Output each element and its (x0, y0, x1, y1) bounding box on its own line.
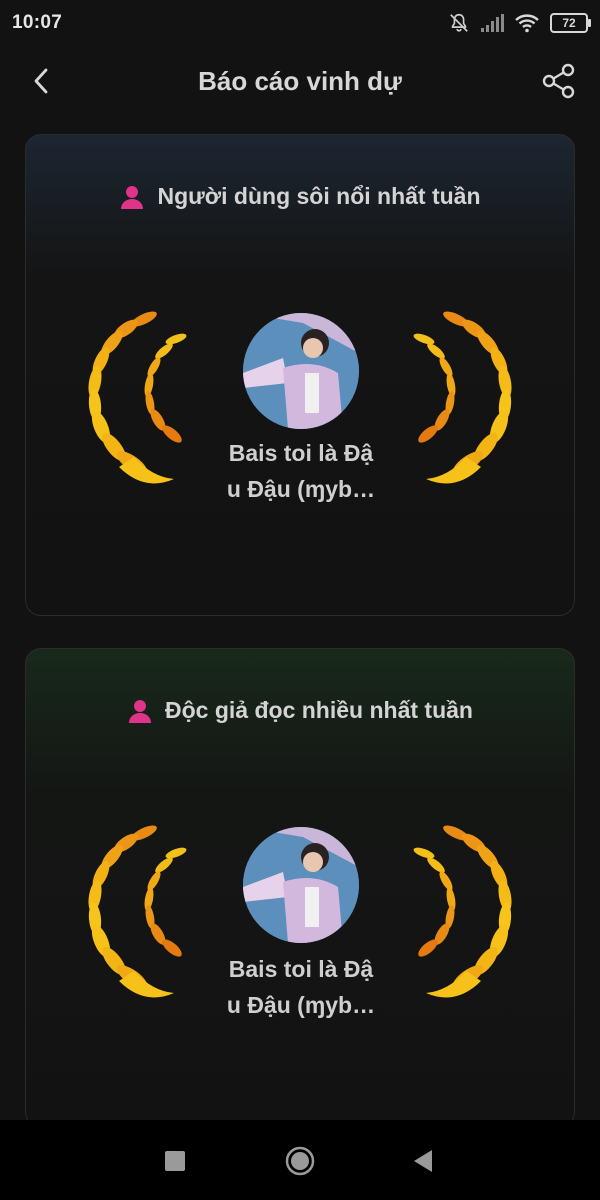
user-name-line2: u Đậu (ɱyb… (226, 992, 376, 1018)
battery-level: 72 (562, 16, 576, 30)
status-bar: 10:07 72 (0, 0, 600, 46)
home-icon[interactable] (284, 1145, 316, 1177)
mute-bell-icon (450, 13, 468, 32)
card-title: Người dùng sôi nổi nhất tuần (157, 183, 481, 209)
page-title: Báo cáo vinh dự (198, 65, 402, 96)
signal-icon (481, 14, 504, 32)
user-name-line1: Bais toi là Đậ (228, 956, 374, 982)
avatar-photo (243, 313, 359, 429)
card-title-row: Người dùng sôi nổi nhất tuần (26, 183, 574, 210)
user-name-line2: u Đậu (ɱyb… (226, 476, 376, 502)
battery-icon: 72 (550, 13, 591, 33)
laurel-left-icon (88, 825, 187, 998)
laurel-left-icon (88, 311, 187, 484)
laurel-right-icon (413, 825, 512, 998)
app-header: Báo cáo vinh dự (0, 50, 600, 112)
card-title: Độc giả đọc nhiều nhất tuần (165, 697, 473, 723)
back-button[interactable] (26, 64, 58, 98)
honor-card-most-active: Người dùng sôi nổi nhất tuần Bais toi là… (25, 134, 575, 616)
laurel-right-icon (413, 311, 512, 484)
avatar[interactable] (243, 827, 359, 943)
user-icon (129, 699, 152, 723)
avatar[interactable] (243, 313, 359, 429)
card-title-row: Độc giả đọc nhiều nhất tuần (26, 697, 574, 724)
status-time: 10:07 (12, 12, 63, 33)
honor-card-top-reader: Độc giả đọc nhiều nhất tuần Bais toi là … (25, 648, 575, 1128)
user-name-line1: Bais toi là Đậ (228, 440, 374, 466)
back-icon[interactable] (408, 1146, 438, 1176)
wifi-icon (515, 14, 539, 33)
user-name[interactable]: Bais toi là Đậ u Đậu (ɱyb… (201, 435, 401, 507)
screen: 10:07 72 Báo cáo vinh dự Người dùng sôi … (0, 0, 600, 1200)
user-name[interactable]: Bais toi là Đậ u Đậu (ɱyb… (201, 951, 401, 1023)
avatar-photo (243, 827, 359, 943)
system-nav-bar (0, 1120, 600, 1200)
status-icons: 72 (448, 12, 591, 34)
share-button[interactable] (540, 62, 578, 100)
recent-apps-icon[interactable] (160, 1146, 190, 1176)
user-icon (121, 185, 144, 209)
